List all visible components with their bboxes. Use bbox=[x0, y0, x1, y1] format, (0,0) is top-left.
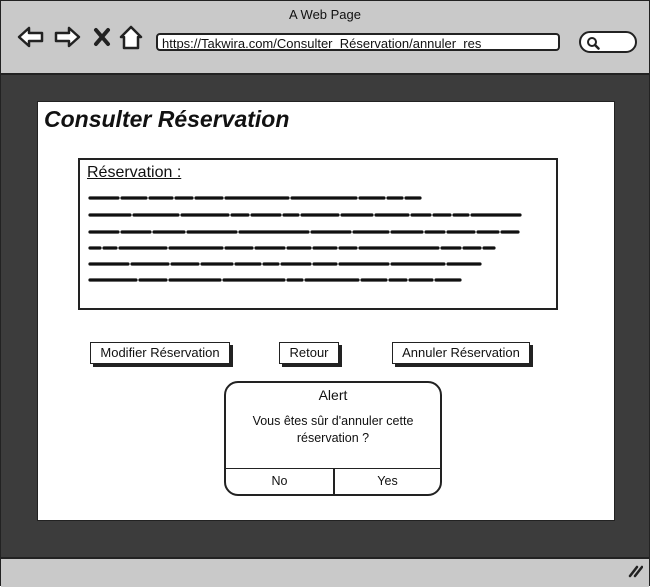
placeholder-text-scribble bbox=[88, 196, 522, 282]
browser-statusbar bbox=[1, 557, 649, 587]
resize-grip-icon[interactable] bbox=[627, 564, 644, 583]
search-field[interactable] bbox=[579, 31, 637, 53]
browser-titlebar: A Web Page https://Takwira.com/Consulter… bbox=[1, 1, 649, 75]
alert-no-button[interactable]: No bbox=[226, 469, 333, 494]
arrow-right-icon[interactable] bbox=[53, 25, 81, 54]
alert-actions: No Yes bbox=[226, 468, 440, 494]
alert-title: Alert bbox=[318, 387, 348, 403]
modify-reservation-button[interactable]: Modifier Réservation bbox=[90, 342, 230, 364]
page-content: Consulter Réservation Réservation : Modi… bbox=[37, 101, 615, 521]
confirm-alert-dialog: Alert Vous êtes sûr d'annuler cette rése… bbox=[224, 381, 442, 496]
search-icon bbox=[587, 37, 600, 50]
alert-yes-button[interactable]: Yes bbox=[335, 469, 440, 494]
reservation-details-box: Réservation : bbox=[78, 158, 558, 310]
back-button[interactable]: Retour bbox=[279, 342, 339, 364]
browser-window: A Web Page https://Takwira.com/Consulter… bbox=[0, 0, 650, 587]
alert-message: Vous êtes sûr d'annuler cette réservatio… bbox=[252, 414, 414, 445]
cancel-reservation-button[interactable]: Annuler Réservation bbox=[392, 342, 530, 364]
window-title: A Web Page bbox=[288, 7, 362, 22]
close-icon[interactable] bbox=[93, 27, 111, 52]
reservation-label: Réservation : bbox=[87, 164, 182, 181]
address-bar[interactable]: https://Takwira.com/Consulter_Réservatio… bbox=[156, 33, 560, 51]
arrow-left-icon[interactable] bbox=[17, 25, 45, 54]
page-title: Consulter Réservation bbox=[44, 106, 290, 132]
home-icon[interactable] bbox=[119, 25, 143, 56]
